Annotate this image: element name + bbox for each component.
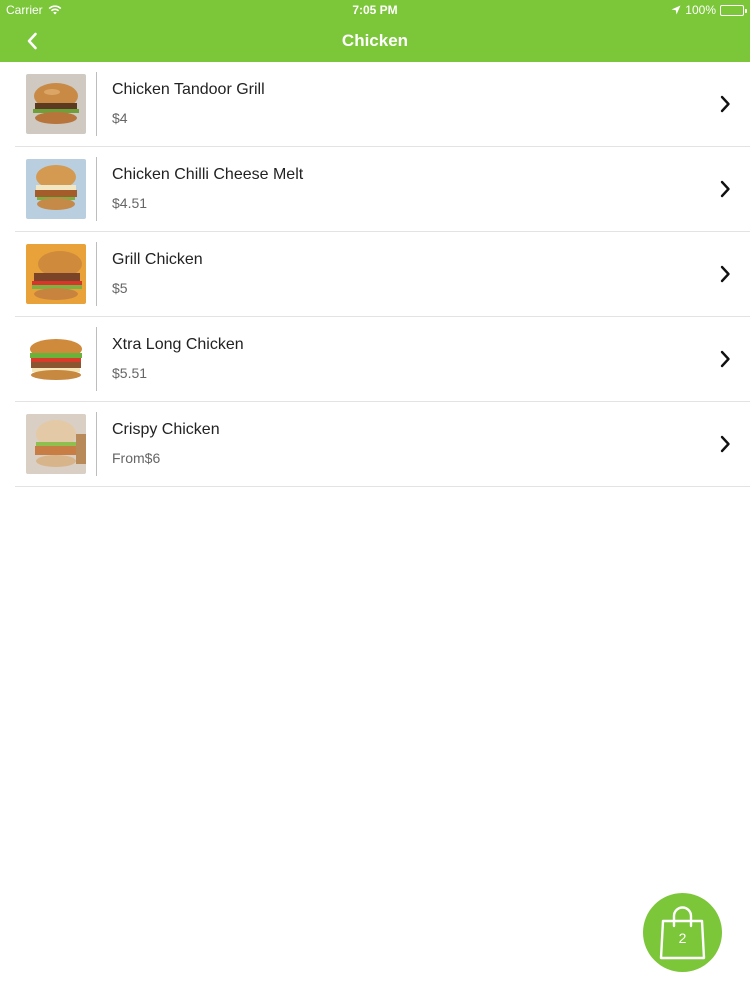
product-row[interactable]: Chicken Chilli Cheese Melt $4.51 (15, 147, 750, 232)
product-price: From$6 (112, 450, 161, 466)
chevron-right-icon (720, 95, 730, 113)
cart-button[interactable]: 2 (643, 893, 722, 972)
product-list: Chicken Tandoor Grill $4 Chicken Chilli … (0, 62, 750, 487)
battery-percentage: 100% (685, 3, 716, 17)
chevron-right-icon (720, 435, 730, 453)
status-bar: Carrier 7:05 PM 100% (0, 0, 750, 20)
product-price: $4.51 (112, 195, 148, 211)
product-image (26, 74, 86, 134)
location-arrow-icon (671, 5, 681, 15)
row-divider (96, 157, 97, 221)
product-image (26, 159, 86, 219)
navigation-bar: Chicken (0, 20, 750, 62)
row-divider (96, 72, 97, 136)
product-name: Grill Chicken (112, 251, 203, 268)
product-name: Xtra Long Chicken (112, 336, 244, 353)
product-name: Chicken Chilli Cheese Melt (112, 166, 304, 183)
product-name: Crispy Chicken (112, 421, 220, 438)
product-image (26, 329, 86, 389)
product-image (26, 244, 86, 304)
product-price: $5.51 (112, 365, 148, 381)
app-header: Carrier 7:05 PM 100% Chicken (0, 0, 750, 62)
product-row[interactable]: Crispy Chicken From$6 (15, 402, 750, 487)
chevron-right-icon (720, 180, 730, 198)
row-divider (96, 327, 97, 391)
status-time: 7:05 PM (352, 3, 398, 17)
product-price: $4 (112, 110, 128, 126)
row-divider (96, 242, 97, 306)
chevron-right-icon (720, 265, 730, 283)
product-row[interactable]: Xtra Long Chicken $5.51 (15, 317, 750, 402)
product-row[interactable]: Grill Chicken $5 (15, 232, 750, 317)
product-price: $5 (112, 280, 128, 296)
battery-icon (720, 4, 747, 16)
row-divider (96, 412, 97, 476)
product-image (26, 414, 86, 474)
chevron-right-icon (720, 350, 730, 368)
status-right: 100% (671, 3, 747, 17)
cart-count-badge: 2 (678, 930, 687, 946)
page-title: Chicken (341, 31, 409, 50)
product-name: Chicken Tandoor Grill (112, 81, 265, 98)
product-row[interactable]: Chicken Tandoor Grill $4 (15, 62, 750, 147)
